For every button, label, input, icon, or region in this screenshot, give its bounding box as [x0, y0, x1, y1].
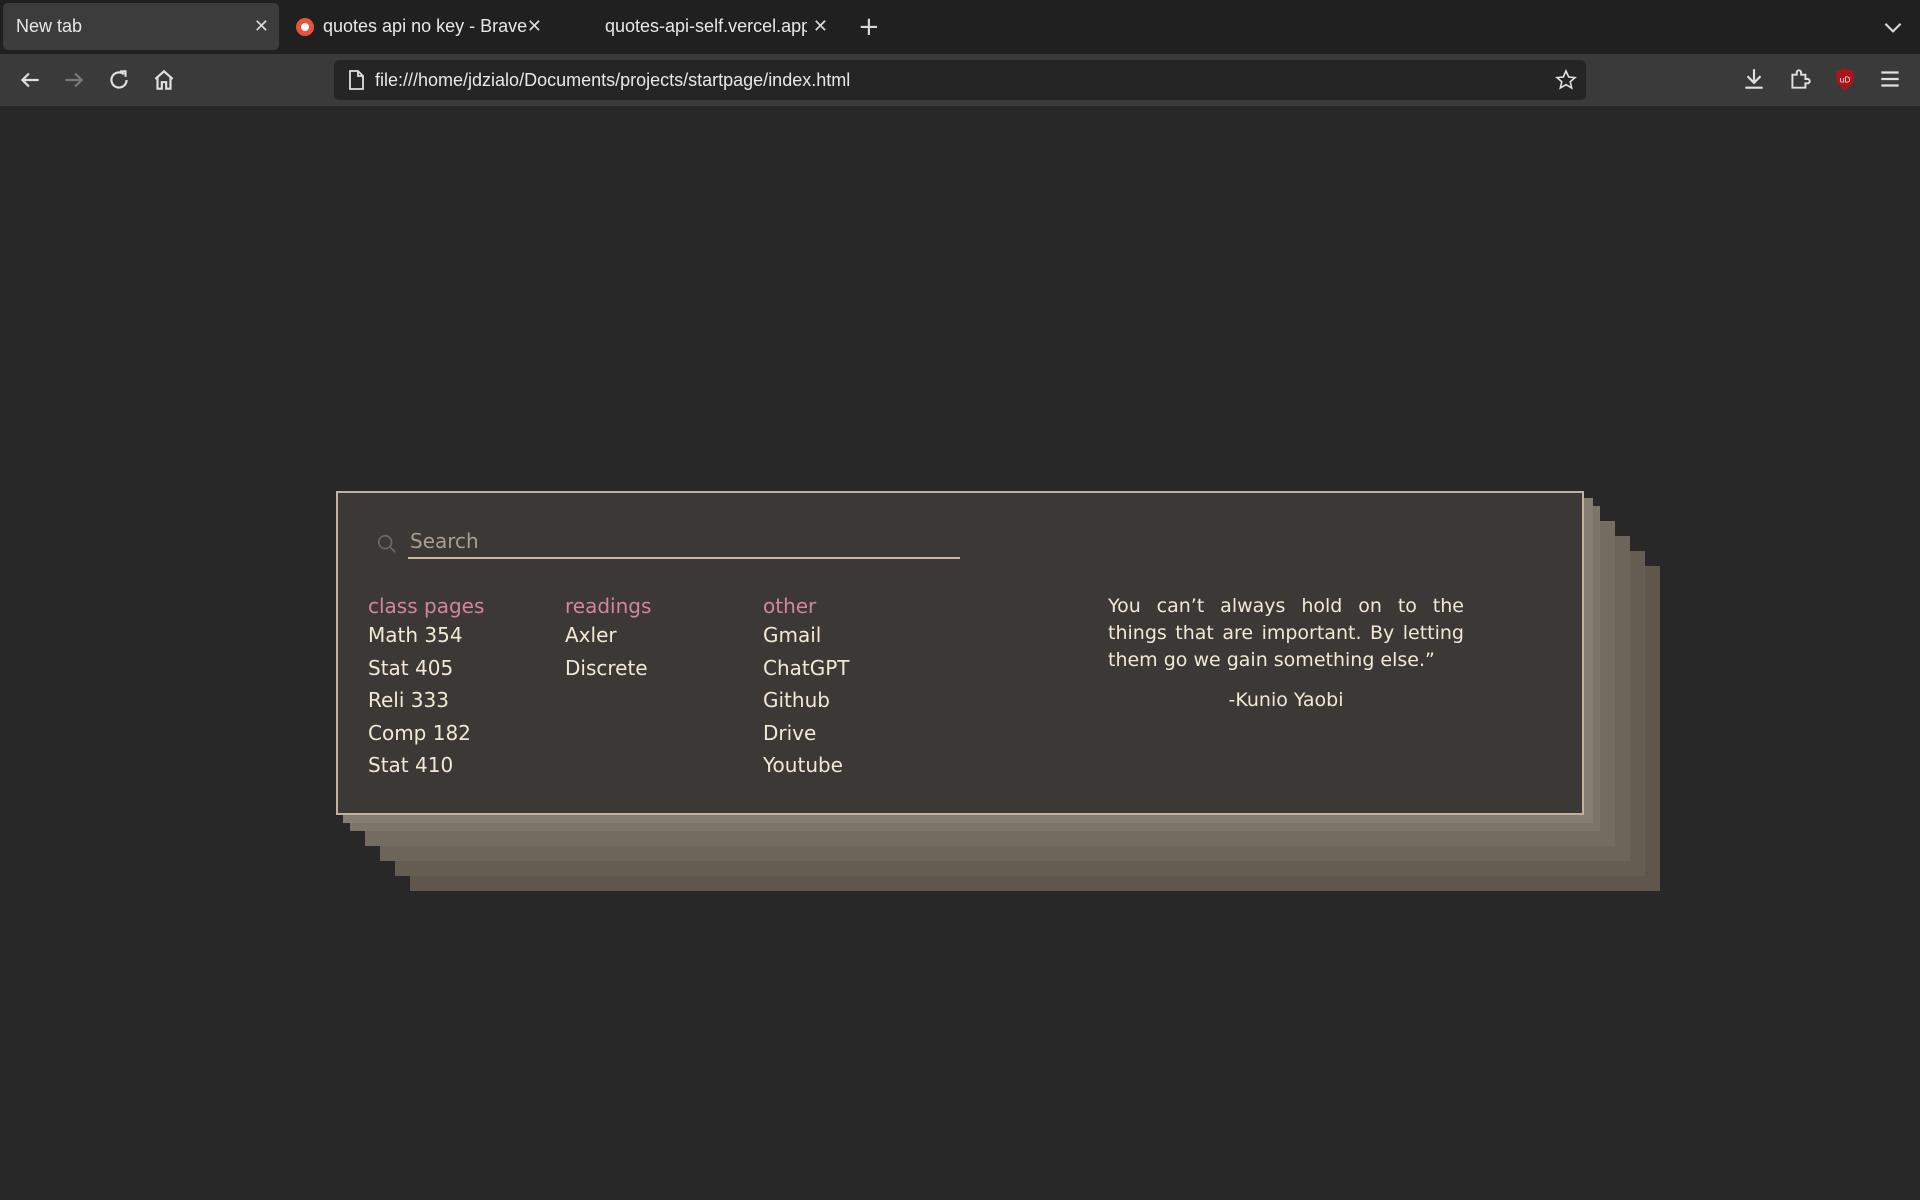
- link-drive[interactable]: Drive: [763, 721, 850, 754]
- close-icon[interactable]: ✕: [254, 16, 269, 37]
- link-github[interactable]: Github: [763, 688, 850, 721]
- ublock-icon[interactable]: uD: [1832, 66, 1858, 92]
- url-text[interactable]: file:///home/jdzialo/Documents/projects/…: [375, 70, 850, 91]
- back-icon[interactable]: [17, 67, 43, 93]
- quote-author: -Kunio Yaobi: [1228, 689, 1344, 711]
- reload-icon[interactable]: [106, 67, 132, 93]
- svg-text:uD: uD: [1840, 75, 1851, 84]
- extensions-icon[interactable]: [1787, 66, 1813, 92]
- link-axler[interactable]: Axler: [565, 623, 651, 656]
- close-icon[interactable]: ✕: [813, 16, 828, 37]
- tab-new-tab[interactable]: New tab ✕: [3, 3, 279, 50]
- startpage-card: class pages Math 354 Stat 405 Reli 333 C…: [336, 491, 1584, 815]
- link-stat-405[interactable]: Stat 405: [368, 656, 484, 689]
- column-heading: other: [763, 594, 817, 618]
- link-math-354[interactable]: Math 354: [368, 623, 484, 656]
- link-youtube[interactable]: Youtube: [763, 753, 850, 786]
- search-icon: [377, 534, 396, 553]
- menu-icon[interactable]: [1877, 66, 1903, 92]
- navigation-bar: file:///home/jdzialo/Documents/projects/…: [0, 54, 1920, 106]
- link-comp-182[interactable]: Comp 182: [368, 721, 484, 754]
- address-bar[interactable]: file:///home/jdzialo/Documents/projects/…: [334, 60, 1586, 100]
- link-stat-410[interactable]: Stat 410: [368, 753, 484, 786]
- search-input[interactable]: [408, 525, 960, 559]
- close-icon[interactable]: ✕: [527, 16, 542, 37]
- tab-title: New tab: [16, 16, 83, 36]
- column-heading: class pages: [368, 594, 485, 618]
- quote-text: You can’t always hold on to the things t…: [1108, 595, 1464, 671]
- link-gmail[interactable]: Gmail: [763, 623, 850, 656]
- link-chatgpt[interactable]: ChatGPT: [763, 656, 850, 689]
- tab-strip: New tab ✕ quotes api no key - Brave S ✕ …: [0, 0, 1920, 54]
- bookmark-star-icon[interactable]: [1554, 68, 1578, 92]
- column-heading: readings: [565, 594, 652, 618]
- link-reli-333[interactable]: Reli 333: [368, 688, 484, 721]
- brave-favicon-icon: [296, 17, 314, 36]
- links-column-other: other Gmail ChatGPT Github Drive Youtube: [763, 595, 850, 786]
- tab-title: quotes-api-self.vercel.app/: [605, 16, 807, 36]
- tab-quotes-api-search[interactable]: quotes api no key - Brave S ✕: [296, 3, 550, 50]
- new-tab-icon[interactable]: +: [858, 12, 880, 42]
- tab-quotes-api-vercel[interactable]: quotes-api-self.vercel.app/ ✕: [570, 3, 832, 50]
- page-icon: [349, 70, 364, 90]
- home-icon[interactable]: [151, 67, 177, 93]
- download-icon[interactable]: [1741, 66, 1767, 92]
- links-column-class-pages: class pages Math 354 Stat 405 Reli 333 C…: [368, 595, 484, 786]
- tab-title: quotes api no key - Brave S: [323, 16, 533, 36]
- forward-icon[interactable]: [61, 67, 87, 93]
- tab-list-icon[interactable]: [1880, 14, 1906, 40]
- links-column-readings: readings Axler Discrete: [565, 595, 651, 688]
- link-discrete[interactable]: Discrete: [565, 656, 651, 689]
